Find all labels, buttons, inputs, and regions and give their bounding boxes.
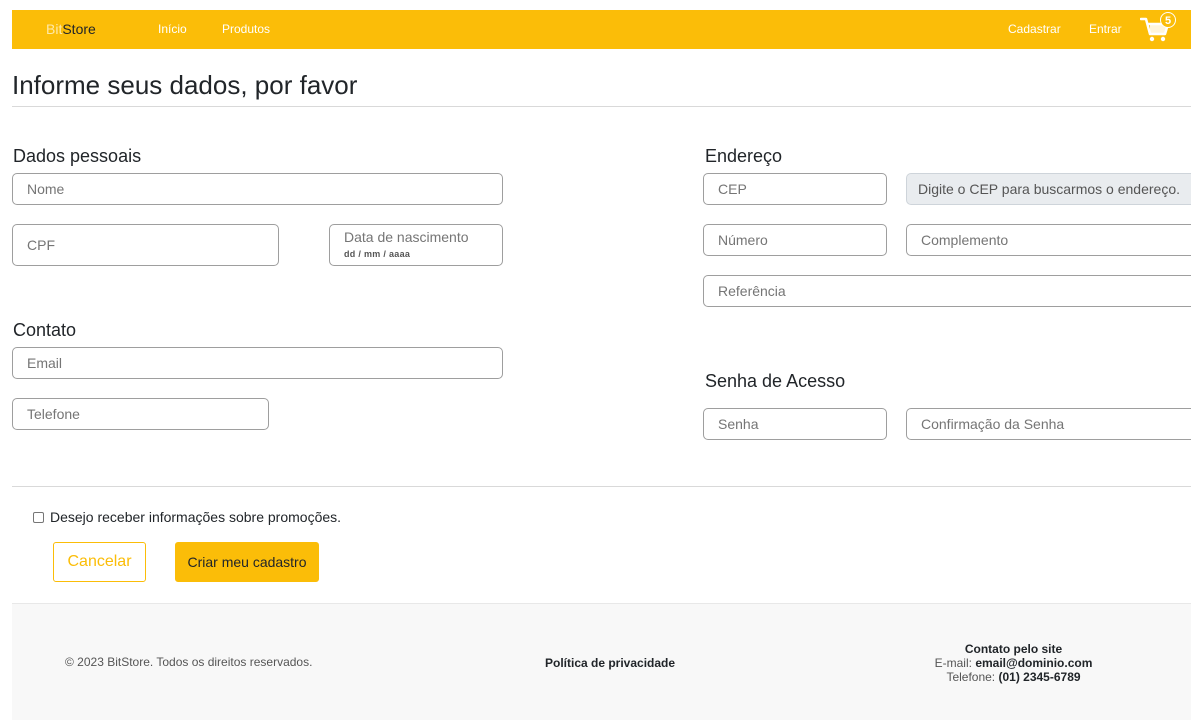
- nav-link-produtos[interactable]: Produtos: [222, 10, 270, 49]
- cart-button[interactable]: 5: [1140, 10, 1182, 49]
- password-confirm-field[interactable]: [906, 408, 1191, 440]
- phone-field[interactable]: [12, 398, 269, 430]
- footer-contact-title: Contato pelo site: [964, 642, 1063, 656]
- birth-date-format: dd / mm / aaaa: [344, 249, 411, 259]
- promo-checkbox[interactable]: [33, 511, 44, 523]
- reference-field[interactable]: [703, 275, 1191, 307]
- password-field[interactable]: [703, 408, 887, 440]
- section-title-password: Senha de Acesso: [705, 371, 846, 391]
- cep-input[interactable]: [704, 174, 886, 204]
- cancel-button[interactable]: Cancelar: [53, 542, 146, 582]
- nav-link-cadastrar[interactable]: Cadastrar: [1008, 10, 1061, 49]
- password-input[interactable]: [704, 409, 886, 439]
- footer-contact-email: E-mail: email@dominio.com: [934, 656, 1093, 670]
- divider: [12, 106, 1191, 107]
- page-title: Informe seus dados, por favor: [12, 70, 358, 100]
- divider: [12, 486, 1191, 487]
- section-title-contact: Contato: [13, 320, 77, 340]
- reference-input[interactable]: [704, 276, 1191, 306]
- promo-checkbox-label: Desejo receber informações sobre promoçõ…: [50, 509, 342, 525]
- section-title-personal: Dados pessoais: [13, 146, 142, 166]
- complement-field[interactable]: [906, 224, 1191, 256]
- promo-checkbox-row[interactable]: Desejo receber informações sobre promoçõ…: [33, 509, 341, 525]
- cart-count-badge: 5: [1160, 12, 1176, 28]
- footer-contact-phone: Telefone: (01) 2345-6789: [946, 670, 1081, 684]
- footer-contact: Contato pelo site E-mail: email@dominio.…: [912, 642, 1115, 684]
- cep-hint: Digite o CEP para buscarmos o endereço.: [906, 173, 1191, 205]
- birth-date-field[interactable]: Data de nascimento dd / mm / aaaa: [329, 224, 503, 266]
- birth-date-label: Data de nascimento: [344, 229, 469, 245]
- password-confirm-input[interactable]: [907, 409, 1191, 439]
- number-input[interactable]: [704, 225, 886, 255]
- privacy-policy-link[interactable]: Política de privacidade: [545, 656, 675, 670]
- nav-link-inicio[interactable]: Início: [158, 10, 187, 49]
- create-account-button[interactable]: Criar meu cadastro: [175, 542, 319, 582]
- brand-logo[interactable]: BitStore: [46, 10, 96, 49]
- complement-input[interactable]: [907, 225, 1191, 255]
- number-field[interactable]: [703, 224, 887, 256]
- cpf-input[interactable]: [13, 225, 278, 265]
- name-input[interactable]: [13, 174, 502, 204]
- navbar: BitStore Início Produtos Cadastrar Entra…: [12, 10, 1191, 49]
- phone-input[interactable]: [13, 399, 268, 429]
- nav-link-entrar[interactable]: Entrar: [1089, 10, 1122, 49]
- cpf-field[interactable]: [12, 224, 279, 266]
- section-title-address: Endereço: [705, 146, 783, 166]
- email-field[interactable]: [12, 347, 503, 379]
- footer-email-link[interactable]: email@dominio.com: [975, 656, 1092, 670]
- email-input[interactable]: [13, 348, 502, 378]
- footer: © 2023 BitStore. Todos os direitos reser…: [12, 603, 1191, 720]
- name-field[interactable]: [12, 173, 503, 205]
- footer-copyright: © 2023 BitStore. Todos os direitos reser…: [65, 655, 313, 669]
- cep-field[interactable]: [703, 173, 887, 205]
